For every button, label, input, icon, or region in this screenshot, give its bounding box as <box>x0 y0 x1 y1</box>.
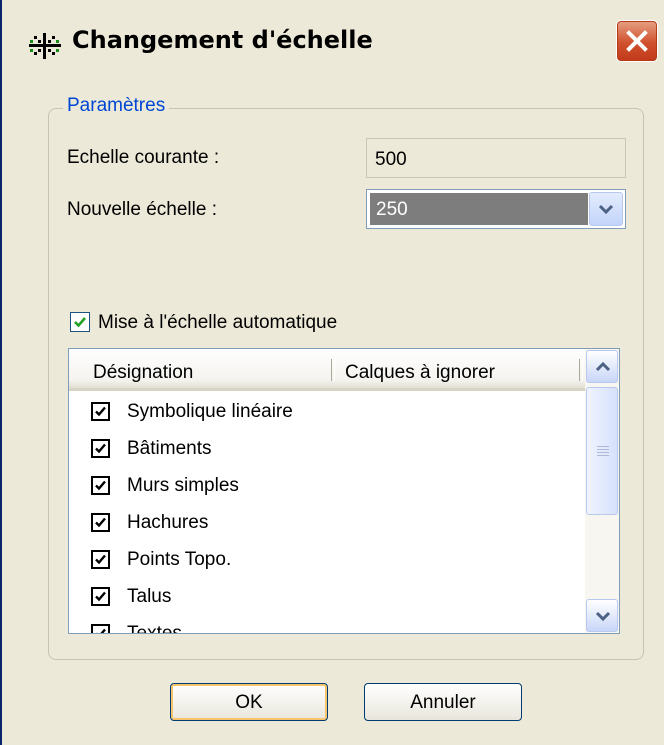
layers-listview[interactable]: Désignation Calques à ignorer Symbolique… <box>68 348 620 634</box>
auto-scale-checkbox[interactable] <box>70 312 90 332</box>
row-checkbox[interactable] <box>91 439 110 458</box>
row-checkbox[interactable] <box>91 476 110 495</box>
row-label: Points Topo. <box>127 549 232 570</box>
column-header-ignored-layers[interactable]: Calques à ignorer <box>345 362 495 384</box>
cancel-button[interactable]: Annuler <box>364 683 522 721</box>
parameters-legend: Paramètres <box>63 95 170 117</box>
current-scale-label: Echelle courante : <box>67 147 220 168</box>
dialog-window: Changement d'échelle Paramètres Echelle … <box>0 0 664 745</box>
column-header-designation[interactable]: Désignation <box>93 362 193 384</box>
close-button[interactable] <box>616 20 658 62</box>
list-item[interactable]: Textes <box>69 616 585 634</box>
row-checkbox[interactable] <box>91 402 110 421</box>
new-scale-value[interactable]: 250 <box>370 193 588 225</box>
row-checkbox[interactable] <box>91 513 110 532</box>
row-label: Murs simples <box>127 475 239 496</box>
title-bar[interactable]: Changement d'échelle <box>2 0 664 90</box>
grip-line <box>597 452 609 453</box>
grip-line <box>597 446 609 447</box>
ok-button[interactable]: OK <box>170 683 328 721</box>
row-label: Hachures <box>127 512 209 533</box>
list-item[interactable]: Talus <box>69 579 585 616</box>
current-scale-value: 500 <box>375 149 407 170</box>
window-title: Changement d'échelle <box>72 26 373 54</box>
row-label: Bâtiments <box>127 438 212 459</box>
list-item[interactable]: Points Topo. <box>69 542 585 579</box>
current-scale-field: 500 <box>366 138 626 178</box>
grid-crosshair-icon <box>27 33 63 59</box>
scroll-thumb[interactable] <box>586 387 618 515</box>
new-scale-label: Nouvelle échelle : <box>67 199 217 220</box>
row-label: Symbolique linéaire <box>127 401 293 422</box>
vertical-scrollbar[interactable] <box>585 349 619 633</box>
row-checkbox[interactable] <box>91 550 110 569</box>
column-separator[interactable] <box>579 359 583 381</box>
auto-scale-label[interactable]: Mise à l'échelle automatique <box>98 312 337 334</box>
row-checkbox[interactable] <box>91 587 110 606</box>
row-label: Textes <box>127 623 182 634</box>
grip-line <box>597 449 609 450</box>
grip-line <box>597 455 609 456</box>
list-header: Désignation Calques à ignorer <box>69 349 585 391</box>
column-separator[interactable] <box>331 359 335 381</box>
list-item[interactable]: Symbolique linéaire <box>69 394 585 431</box>
list-item[interactable]: Bâtiments <box>69 431 585 468</box>
list-item[interactable]: Hachures <box>69 505 585 542</box>
new-scale-dropdown-button[interactable] <box>589 192 623 226</box>
scroll-down-button[interactable] <box>586 599 618 632</box>
list-item[interactable]: Murs simples <box>69 468 585 505</box>
scroll-up-button[interactable] <box>586 350 618 383</box>
row-label: Talus <box>127 586 172 607</box>
new-scale-combobox[interactable]: 250 <box>366 189 626 229</box>
row-checkbox[interactable] <box>91 624 110 633</box>
